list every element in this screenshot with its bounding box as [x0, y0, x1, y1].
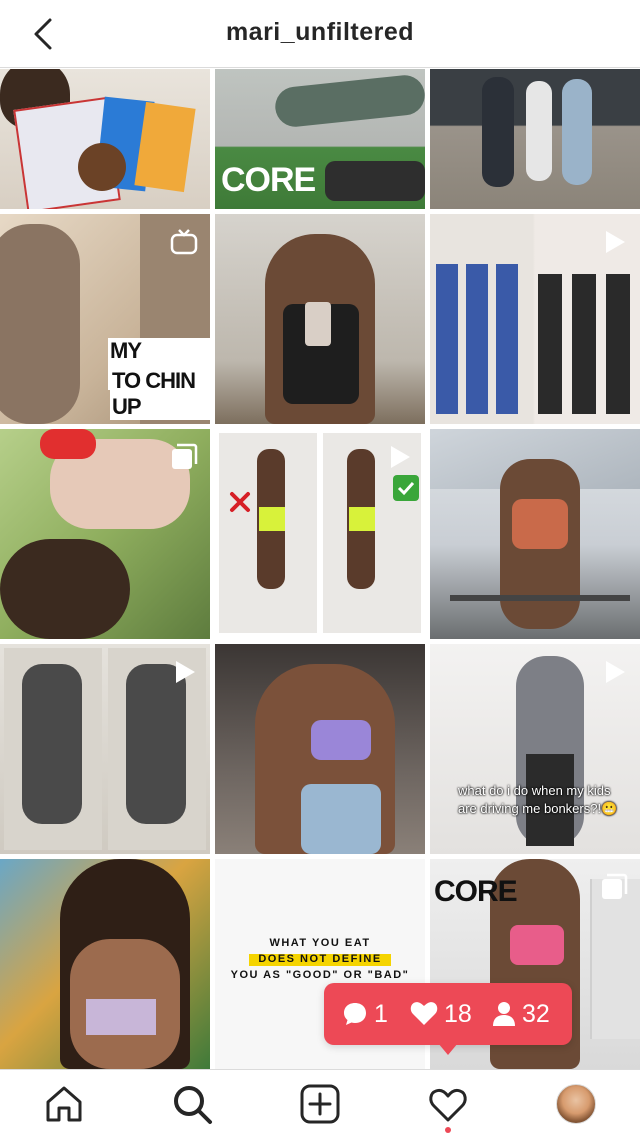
cookie-box-shape — [134, 101, 196, 193]
person-shape — [126, 664, 186, 824]
bow-shape — [40, 429, 96, 459]
post-tile-tiktok-duo[interactable] — [430, 214, 640, 424]
person-icon — [493, 1002, 515, 1026]
video-icon — [391, 446, 410, 468]
door-shape — [590, 879, 640, 1039]
search-icon[interactable] — [170, 1082, 214, 1126]
top-shape — [510, 925, 564, 965]
shorts-shape — [259, 507, 285, 531]
carousel-icon — [602, 873, 628, 899]
top-shape — [311, 720, 371, 760]
person-shape — [562, 79, 592, 185]
bottom-navigation — [0, 1069, 640, 1138]
profile-avatar[interactable] — [556, 1084, 596, 1124]
tile-caption-line2: TO CHIN UP — [110, 368, 210, 420]
post-tile-deadlift-tent[interactable] — [430, 429, 640, 639]
notification-pointer — [438, 1043, 458, 1055]
phone-shape — [305, 302, 331, 346]
person-shape — [22, 664, 82, 824]
person-shape — [482, 77, 514, 187]
post-tile-mom-baby[interactable] — [0, 429, 210, 639]
post-tile-mirror-selfie-black[interactable] — [215, 214, 425, 424]
person-shape — [273, 73, 425, 129]
person-shape — [436, 264, 526, 414]
activity-heart-icon[interactable] — [426, 1082, 470, 1126]
tile-caption-line1: what do i do when my kids — [458, 783, 611, 798]
post-tile-cookie-boxes[interactable] — [0, 69, 210, 209]
tile-caption-core: CORE — [434, 875, 518, 908]
carousel-icon — [172, 443, 198, 469]
check-mark-icon — [393, 475, 419, 501]
new-post-icon[interactable] — [298, 1082, 342, 1126]
post-tile-mural-curls[interactable] — [0, 859, 210, 1069]
tile-caption-line3: YOU AS "GOOD" OR "BAD" — [230, 969, 410, 981]
home-icon[interactable] — [42, 1082, 86, 1126]
video-icon — [606, 231, 625, 253]
post-tile-chin-up-journey[interactable]: MY JOURNE TO CHIN UP — [0, 214, 210, 424]
post-tile-family-steps[interactable] — [430, 69, 640, 209]
tile-caption-core: CORE — [221, 161, 316, 199]
person-shape — [526, 81, 552, 181]
person-shape — [0, 224, 80, 424]
person-shape — [538, 274, 636, 414]
heart-icon — [410, 1002, 438, 1025]
profile-username-title: mari_unfiltered — [225, 18, 415, 46]
comment-count-value: 1 — [374, 999, 388, 1028]
mat-shape — [325, 161, 425, 201]
top-shape — [512, 499, 568, 549]
comment-count: 1 — [342, 997, 388, 1031]
tile-caption-line1: WHAT YOU EAT — [269, 937, 371, 949]
tile-caption-line2: DOES NOT DEFINE — [258, 953, 382, 965]
top-shape — [86, 999, 156, 1035]
cookie-shape — [78, 143, 126, 191]
comment-icon — [344, 1003, 366, 1025]
shorts-shape — [349, 507, 375, 531]
barbell-shape — [450, 595, 630, 601]
post-tile-dumbbell-bench[interactable] — [0, 644, 210, 854]
post-tile-core-plank[interactable]: CORE — [215, 69, 425, 209]
post-tile-kids-bonkers[interactable]: what do i do when my kids are driving me… — [430, 644, 640, 854]
activity-notification-bubble[interactable]: 1 18 32 — [324, 983, 572, 1045]
activity-dot — [445, 1127, 451, 1133]
person-shape — [0, 539, 130, 639]
like-count: 18 — [410, 997, 472, 1031]
post-tile-flex-selfie[interactable] — [215, 644, 425, 854]
follower-count-value: 32 — [522, 999, 550, 1028]
video-icon — [176, 661, 195, 683]
like-count-value: 18 — [444, 999, 472, 1028]
explore-grid: CORE MY JOURNE TO CHIN UP — [0, 69, 640, 1069]
igtv-icon — [170, 229, 198, 255]
tile-caption-line2: are driving me bonkers?!😬 — [458, 801, 618, 816]
video-icon — [606, 661, 625, 683]
leggings-shape — [301, 784, 381, 854]
post-tile-form-comparison[interactable] — [215, 429, 425, 639]
wrong-x-icon — [230, 492, 250, 512]
pants-shape — [526, 754, 574, 846]
top-bar: mari_unfiltered — [0, 0, 640, 68]
follower-count: 32 — [492, 997, 550, 1031]
